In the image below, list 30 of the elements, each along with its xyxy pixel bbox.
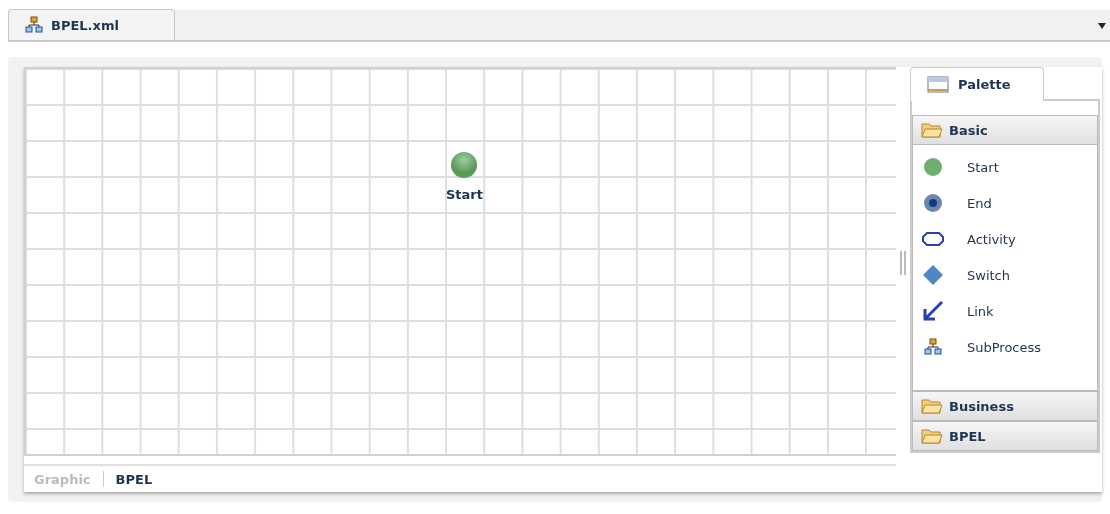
palette-item[interactable]: Start xyxy=(921,149,1089,185)
folder-icon xyxy=(921,398,943,414)
octagon-icon xyxy=(921,231,945,247)
palette-item[interactable]: Activity xyxy=(921,221,1089,257)
group-label: BPEL xyxy=(949,428,986,444)
node-label: Start xyxy=(446,187,483,202)
folder-icon xyxy=(921,428,943,444)
start-node[interactable] xyxy=(450,151,479,179)
palette-item[interactable]: Switch xyxy=(921,257,1089,293)
palette-tab[interactable]: Palette xyxy=(910,67,1044,101)
group-label: Business xyxy=(949,398,1014,414)
palette-item[interactable]: End xyxy=(921,185,1089,221)
end-icon xyxy=(923,193,943,213)
view-tab[interactable]: BPEL xyxy=(115,471,153,487)
file-tab[interactable]: BPEL.xml xyxy=(8,9,175,40)
palette-group-header[interactable]: Business xyxy=(912,391,1098,421)
group-label: Basic xyxy=(949,122,988,138)
splitter-handle[interactable] xyxy=(900,251,906,275)
palette-item[interactable]: Link xyxy=(921,293,1089,329)
palette-item[interactable]: SubProcess xyxy=(921,329,1089,365)
circle-icon xyxy=(923,157,943,177)
flowchart-icon xyxy=(25,16,43,34)
palette-group-header[interactable]: Basic xyxy=(912,115,1098,145)
arrow-icon xyxy=(922,300,944,322)
flowchart-icon xyxy=(924,338,942,356)
folder-icon xyxy=(921,122,943,138)
window-icon xyxy=(927,76,949,93)
dropdown-arrow-icon[interactable] xyxy=(1098,23,1106,29)
diamond-icon xyxy=(922,264,944,286)
palette-group-header[interactable]: BPEL xyxy=(912,421,1098,451)
